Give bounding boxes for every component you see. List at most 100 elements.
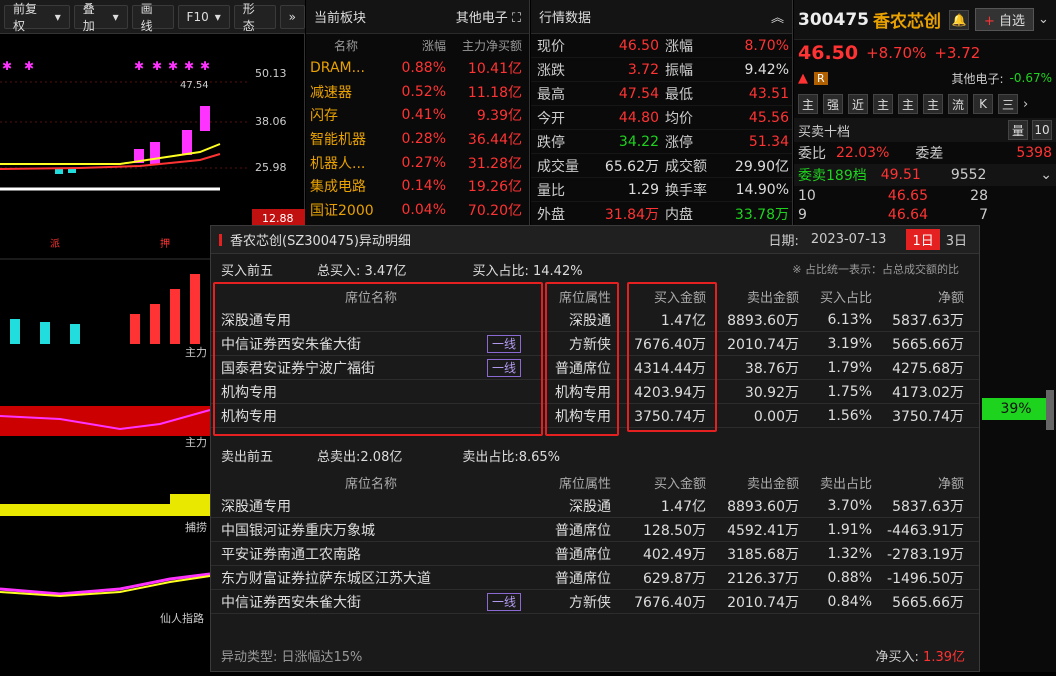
ratio: 3.19% <box>827 335 872 352</box>
table-row[interactable]: 深股通专用 深股通 1.47亿 8893.60万 3.70% 5837.63万 <box>211 494 979 518</box>
indicator-tab[interactable]: 流 <box>948 94 968 114</box>
expand-icon[interactable]: ⛶ <box>512 11 521 26</box>
star-marker: ✱ <box>200 59 210 73</box>
quote-list: 现价 46.50 涨幅 8.70% 涨跌 3.72 振幅 9.42% 最高 47.54 最低 43.5… <box>531 34 792 226</box>
sector-net: 36.44亿 <box>467 131 522 148</box>
add-favorite-button[interactable]: + 自选 <box>974 8 1035 31</box>
net-amount: 4173.02万 <box>892 384 964 401</box>
sector-row[interactable]: DRAM... 0.88% 10.41亿 <box>306 56 529 80</box>
col-sell: 卖出金额 <box>746 476 799 492</box>
level-price: 46.64 <box>887 206 928 223</box>
net-amount: 5837.63万 <box>892 312 964 329</box>
f10-dropdown[interactable]: F10 ▾ <box>177 4 230 29</box>
plus-icon: + <box>983 14 995 29</box>
buy-amount: 128.50万 <box>643 522 706 539</box>
quote-label: 最高 <box>537 86 565 103</box>
footer-type: 异动类型: 日涨幅达15% <box>221 650 363 665</box>
indicator-tab[interactable]: 主 <box>798 94 818 114</box>
sector-net: 70.20亿 <box>467 202 522 219</box>
chevron-down-icon[interactable]: ⌄ <box>1038 12 1049 27</box>
buy-total: 总买入: 3.47亿 <box>317 263 407 279</box>
ratio: 1.32% <box>827 545 872 562</box>
sector-col-header: 名称 涨幅 主力净买额 <box>306 34 529 56</box>
quote-label: 量比 <box>537 182 565 199</box>
quote-row: 成交量 65.62万 成交额 29.90亿 <box>531 154 792 178</box>
indicator-tab[interactable]: 主 <box>873 94 893 114</box>
trade-detail-popup: 香农芯创(SZ300475)异动明细 日期: 2023-07-13 1日 3日 … <box>210 225 980 672</box>
expand-icon[interactable]: » <box>279 4 305 29</box>
chevron-down-icon[interactable]: ⌄ <box>1040 167 1052 183</box>
restore-dropdown[interactable]: 前复权 ▾ <box>4 2 70 33</box>
draw-button[interactable]: 画线 <box>131 2 174 33</box>
buy-section-header: 买入前五 总买入: 3.47亿 买入占比: 14.42% ※ 占比统一表示：占总… <box>211 254 979 284</box>
net-amount: 5665.66万 <box>892 594 964 611</box>
footer-net: 净买入: 1.39亿 <box>876 646 965 665</box>
sector-pct: 0.52% <box>401 83 446 100</box>
table-row[interactable]: 东方财富证券拉萨东城区江苏大道 普通席位 629.87万 2126.37万 0.88% -… <box>211 566 979 590</box>
seat-name-cell: 中国银河证券重庆万象城 <box>211 520 531 540</box>
tab-1day[interactable]: 1日 <box>906 229 940 250</box>
tab-3day[interactable]: 3日 <box>946 230 967 249</box>
sell-amount: 8893.60万 <box>727 498 799 515</box>
sector-name: 智能机器 <box>310 131 366 148</box>
net-amount: 5665.66万 <box>892 336 964 353</box>
bell-icon[interactable]: 🔔 <box>948 9 969 30</box>
marker-label: 派 <box>50 238 60 250</box>
price-tick: 12.88 <box>262 212 294 225</box>
sell-ratio: 卖出占比:8.65% <box>462 449 561 465</box>
indicator-tab[interactable]: 主 <box>898 94 918 114</box>
sector-net: 10.41亿 <box>467 60 522 77</box>
scrollbar[interactable] <box>1046 390 1054 430</box>
quote-value: 31.84万 <box>604 206 659 223</box>
sector-row[interactable]: 减速器 0.52% 11.18亿 <box>306 80 529 104</box>
col-pct: 涨幅 <box>421 38 446 53</box>
sell-section-header: 卖出前五 总卖出:2.08亿 卖出占比:8.65% <box>211 440 979 470</box>
indicator-tab[interactable]: K <box>973 94 993 114</box>
sector-row[interactable]: 智能机器 0.28% 36.44亿 <box>306 127 529 151</box>
sector-other[interactable]: 其他电子 ⛶ <box>456 7 521 26</box>
indicator-tab[interactable]: 强 <box>823 94 843 114</box>
wb-label: 委比 <box>798 146 826 162</box>
quote-label: 外盘 <box>537 206 565 223</box>
sell-table: 深股通专用 深股通 1.47亿 8893.60万 3.70% 5837.63万 中国银河证券… <box>211 494 979 614</box>
order-levels: 10 46.65 28 9 46.64 7 <box>794 186 1056 224</box>
quote-value: 14.90% <box>735 181 789 198</box>
seat-attr: 普通席位 <box>555 522 611 539</box>
col-net: 净额 <box>937 290 964 306</box>
buy-amount: 1.47亿 <box>660 498 706 515</box>
price-tick: 50.13 <box>255 67 287 80</box>
warning-icon: ▲ <box>798 70 808 86</box>
indicator-tab[interactable]: 三 <box>998 94 1018 114</box>
quantity-icon[interactable]: 量 <box>1008 120 1028 140</box>
quote-value: 3.72 <box>627 61 659 78</box>
quote-row: 量比 1.29 换手率 14.90% <box>531 178 792 202</box>
shape-button[interactable]: 形态 <box>233 2 276 33</box>
sector-row[interactable]: 集成电路 0.14% 19.26亿 <box>306 174 529 198</box>
overlay-dropdown[interactable]: 叠加 ▾ <box>73 2 128 33</box>
indicator-tab[interactable]: 近 <box>848 94 868 114</box>
sell-level: 委卖189档 <box>798 168 867 184</box>
seat-attr: 深股通 <box>569 498 611 515</box>
f10-label: F10 <box>186 9 209 24</box>
stock-code: 300475 <box>798 9 869 30</box>
indicator-tabs: 主强近主主主流 K 三 › <box>794 90 1056 118</box>
sell-table-header: 席位名称 席位属性 买入金额 卖出金额 卖出占比 净额 <box>211 470 979 494</box>
table-row[interactable]: 平安证券南通工农南路 普通席位 402.49万 3185.68万 1.32% -2783.… <box>211 542 979 566</box>
sector-row[interactable]: 机器人... 0.27% 31.28亿 <box>306 151 529 175</box>
table-row[interactable]: 中信证券西安朱雀大街 一线 方新侠 7676.40万 2010.74万 0.84% 5665… <box>211 590 979 614</box>
table-row[interactable]: 中国银河证券重庆万象城 普通席位 128.50万 4592.41万 1.91% -4463… <box>211 518 979 542</box>
collapse-icon[interactable]: ︽ <box>771 7 784 26</box>
seat-name-cell: 深股通专用 <box>211 496 531 516</box>
chevron-right-icon[interactable]: › <box>1023 97 1028 112</box>
ratio: 0.84% <box>827 593 872 610</box>
indicator-tab[interactable]: 主 <box>923 94 943 114</box>
sector-row[interactable]: 闪存 0.41% 9.39亿 <box>306 103 529 127</box>
sell-amount: 3185.68万 <box>727 546 799 563</box>
levels-button[interactable]: 10 <box>1032 120 1052 140</box>
sector-row[interactable]: 国证2000 0.04% 70.20亿 <box>306 198 529 222</box>
sell-line: 委卖189档 49.51 9552 ⌄ <box>794 164 1056 186</box>
quote-label: 今开 <box>537 110 565 127</box>
other-label: 其他电子 <box>455 11 508 26</box>
sector-pct: 0.88% <box>401 59 446 76</box>
seat-name: 深股通专用 <box>221 498 291 515</box>
